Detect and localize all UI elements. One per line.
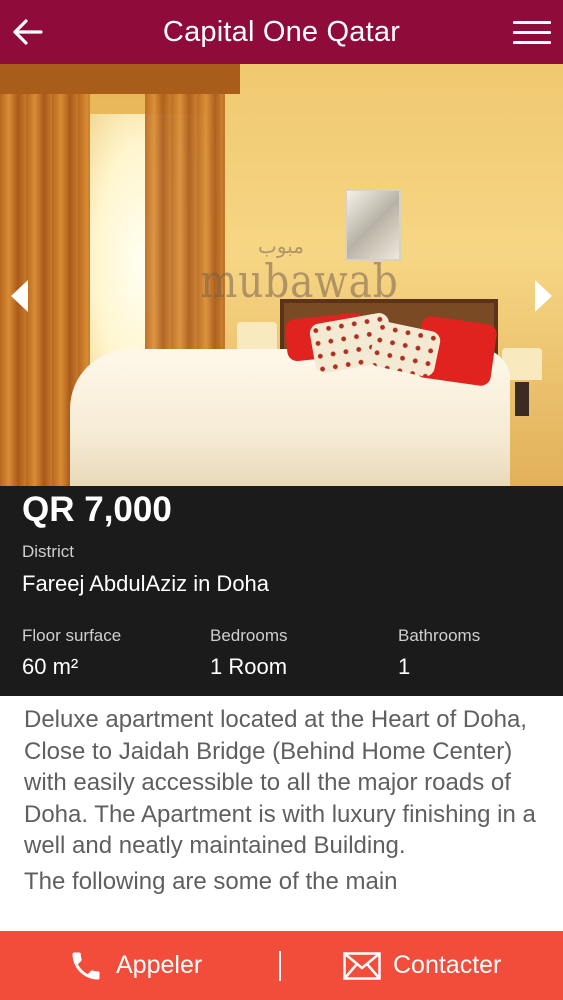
app-header: Capital One Qatar <box>0 0 563 64</box>
district-value: Fareej AbdulAziz in Doha <box>22 571 270 596</box>
contact-button[interactable]: Contacter <box>343 931 501 1000</box>
description-paragraph: Deluxe apartment located at the Heart of… <box>24 706 536 859</box>
menu-line <box>513 30 551 34</box>
action-bar: Appeler Contacter <box>0 931 563 1000</box>
phone-icon <box>72 952 100 979</box>
bedrooms-label: Bedrooms <box>210 626 288 645</box>
photo-curtain-valance <box>0 64 240 94</box>
bathrooms-label: Bathrooms <box>398 626 481 645</box>
bathrooms-value: 1 <box>398 654 411 679</box>
description-paragraph: The following are some of the main <box>24 867 398 895</box>
app-title: Capital One Qatar <box>162 15 401 48</box>
listing-price: QR 7,000 <box>22 490 172 529</box>
hamburger-menu-icon[interactable] <box>513 14 551 50</box>
floor-surface-value: 60 m² <box>22 654 79 679</box>
call-button[interactable]: Appeler <box>68 931 202 1000</box>
photo-watermark: مبوب mubawab <box>186 234 399 308</box>
watermark-latin: mubawab <box>200 254 399 308</box>
listing-details: QR 7,000 District Fareej AbdulAziz in Do… <box>0 486 563 696</box>
call-label: Appeler <box>116 951 203 979</box>
listing-description: Deluxe apartment located at the Heart of… <box>24 704 544 901</box>
district-label: District <box>22 542 74 561</box>
menu-line <box>513 20 551 24</box>
back-arrow-icon[interactable] <box>8 12 48 52</box>
floor-surface-label: Floor surface <box>22 626 122 645</box>
envelope-icon <box>343 951 381 980</box>
action-divider <box>279 951 281 981</box>
listing-photo[interactable]: مبوب mubawab <box>0 64 563 486</box>
contact-label: Contacter <box>393 951 502 979</box>
bedrooms-value: 1 Room <box>210 654 288 679</box>
menu-line <box>513 40 551 44</box>
chevron-right-icon[interactable] <box>529 276 559 316</box>
photo-lamp-base <box>515 382 529 416</box>
chevron-left-icon[interactable] <box>4 276 34 316</box>
